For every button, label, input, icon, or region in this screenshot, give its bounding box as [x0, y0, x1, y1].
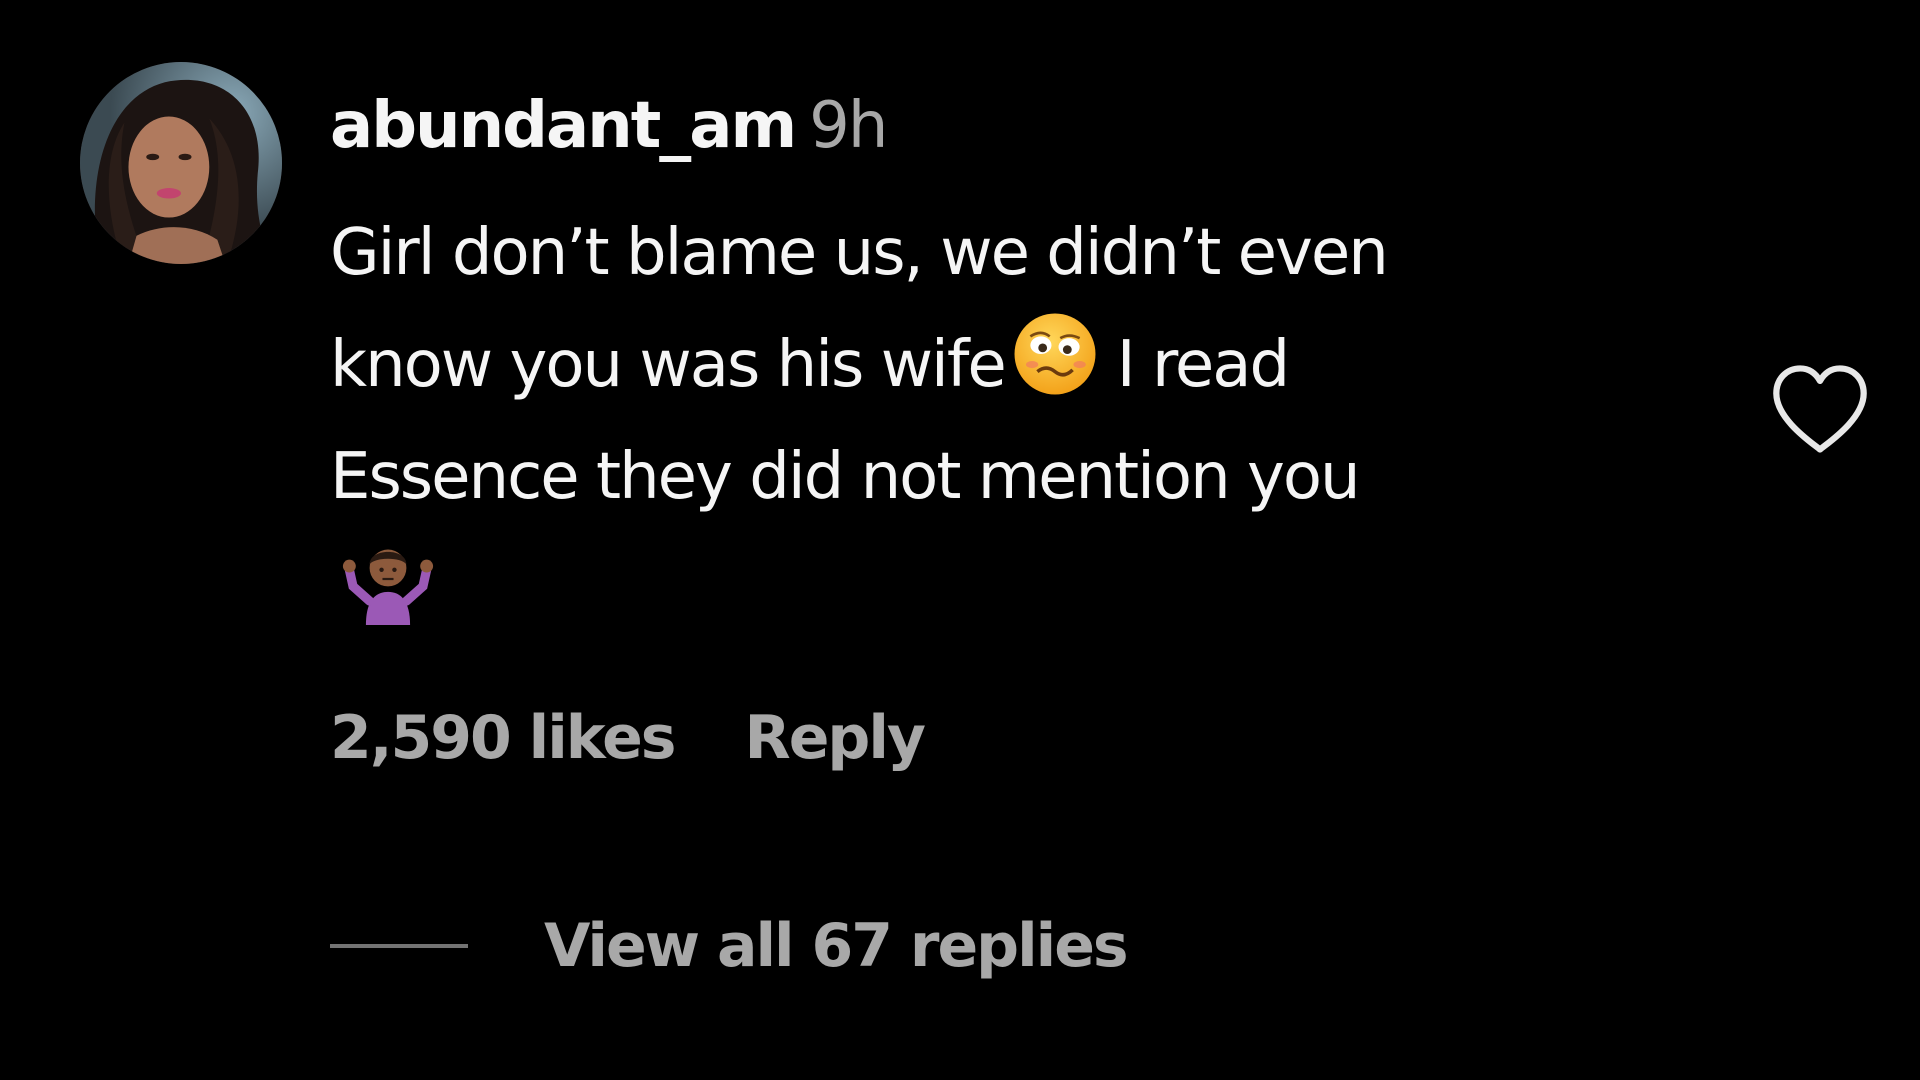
person-shrugging-emoji-icon — [342, 533, 434, 625]
view-replies-button[interactable]: View all 67 replies — [330, 908, 1129, 984]
woozy-face-emoji-icon — [1011, 310, 1099, 398]
avatar-image — [80, 62, 282, 264]
avatar[interactable] — [80, 62, 282, 264]
comment-text-line: Girl don’t blame us, we didn’t even — [330, 216, 1389, 290]
comment-text-line: know you was his wife I read — [330, 309, 1680, 421]
comment-actions: 2,590 likes Reply — [330, 700, 927, 776]
comment-item: abundant_am 9h Girl don’t blame us, we di… — [0, 0, 1920, 1080]
reply-button[interactable]: Reply — [745, 703, 927, 773]
heart-outline-icon[interactable] — [1768, 362, 1872, 456]
comment-text-segment: I read — [1116, 328, 1290, 402]
comment-text-segment: know you was his wife — [330, 328, 1007, 402]
comment-text-line — [330, 533, 1680, 645]
replies-divider — [330, 944, 468, 948]
username-link[interactable]: abundant_am — [330, 89, 797, 163]
likes-count[interactable]: 2,590 likes — [330, 703, 677, 773]
comment-header: abundant_am 9h — [330, 88, 888, 164]
comment-text-line: Essence they did not mention you — [330, 440, 1361, 514]
comment-text: Girl don’t blame us, we didn’t even know… — [330, 197, 1680, 645]
view-replies-label: View all 67 replies — [544, 911, 1129, 981]
timestamp[interactable]: 9h — [809, 89, 888, 163]
